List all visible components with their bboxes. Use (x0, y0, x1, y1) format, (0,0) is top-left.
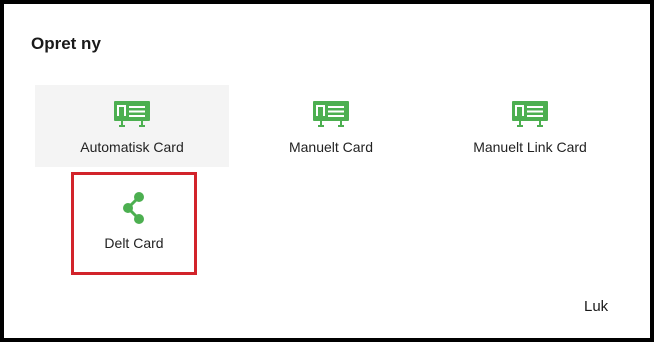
option-manual-link-card[interactable]: Manuelt Link Card (433, 85, 627, 167)
option-label: Manuelt Link Card (473, 139, 587, 155)
share-icon (123, 192, 144, 224)
create-new-dialog: Opret ny Automatisk Card Manuelt Card Ma… (0, 0, 654, 342)
option-shared-card[interactable]: Delt Card (71, 172, 197, 275)
card-icon (114, 101, 150, 127)
close-button[interactable]: Luk (584, 298, 608, 315)
option-label: Automatisk Card (80, 139, 184, 155)
card-icon (512, 101, 548, 127)
option-label: Manuelt Card (288, 139, 374, 155)
option-label: Delt Card (104, 235, 164, 251)
option-automatic-card[interactable]: Automatisk Card (35, 85, 229, 167)
option-manual-card[interactable]: Manuelt Card (234, 85, 428, 167)
card-icon (313, 101, 349, 127)
dialog-title: Opret ny (31, 34, 101, 53)
